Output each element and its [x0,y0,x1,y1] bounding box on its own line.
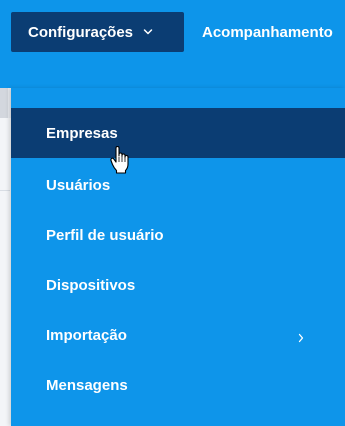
page-divider [0,190,10,191]
top-navigation-bar: Configurações Acompanhamento [0,0,345,88]
menu-item-label: Empresas [46,124,118,142]
menu-item-label: Usuários [46,176,111,194]
acompanhamento-label: Acompanhamento [202,23,333,41]
acompanhamento-nav-link[interactable]: Acompanhamento [202,12,333,52]
menu-item-mensagens[interactable]: Mensagens [11,360,345,410]
configuracoes-dropdown-menu: Empresas Usuários Perfil de usuário Disp… [11,88,345,426]
menu-item-dispositivos[interactable]: Dispositivos [11,260,345,310]
chevron-down-icon [143,27,153,37]
page-strip-edge [0,88,8,118]
configuracoes-label: Configurações [28,23,134,41]
menu-item-empresas[interactable]: Empresas [11,108,345,158]
menu-item-importacao[interactable]: Importação [11,310,345,360]
chevron-right-icon [297,330,305,343]
menu-item-label: Dispositivos [46,276,136,294]
menu-item-label: Importação [46,326,127,344]
menu-item-label: Perfil de usuário [46,226,164,244]
menu-item-perfil-de-usuario[interactable]: Perfil de usuário [11,210,345,260]
menu-item-usuarios[interactable]: Usuários [11,160,345,210]
menu-item-label: Mensagens [46,376,128,394]
configuracoes-menu-button[interactable]: Configurações [11,12,184,52]
